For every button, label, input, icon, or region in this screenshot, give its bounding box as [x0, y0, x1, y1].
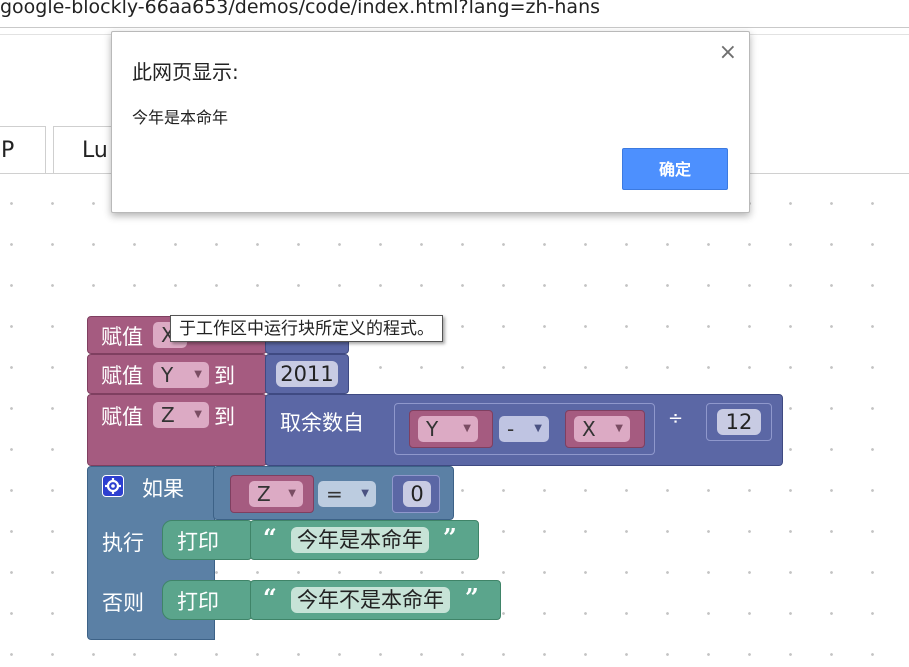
address-bar[interactable]: google-blockly-66aa653/demos/code/index.… [0, 0, 909, 22]
dropdown-arrow-icon: ▼ [615, 423, 623, 434]
tab-php[interactable]: P [0, 126, 46, 174]
variable-block-x[interactable]: X ▼ [565, 410, 645, 448]
else-label: 否则 [102, 591, 144, 615]
to-label: 到 [214, 405, 235, 429]
variable-name: Z [257, 482, 271, 506]
number-block[interactable]: 12 [706, 403, 772, 441]
to-label: 到 [214, 364, 235, 388]
run-tooltip: 于工作区中运行块所定义的程式。 [170, 315, 443, 342]
if-label: 如果 [142, 477, 184, 501]
variable-block-z[interactable]: Z ▼ [230, 475, 314, 513]
variable-dropdown-y[interactable]: Y ▼ [418, 416, 478, 442]
dropdown-arrow-icon: ▼ [534, 423, 542, 434]
variable-name: Y [161, 363, 174, 387]
variable-dropdown-z[interactable]: Z ▼ [249, 481, 303, 507]
dropdown-arrow-icon: ▼ [194, 369, 202, 380]
set-z-block[interactable]: 赋值 Z ▼ 到 [87, 394, 267, 466]
number-field[interactable]: 2011 [276, 361, 338, 387]
operator-symbol: = [326, 482, 343, 506]
dropdown-arrow-icon: ▼ [194, 409, 202, 420]
number-field[interactable]: 0 [403, 481, 431, 507]
arithmetic-block[interactable]: Y ▼ - ▼ X ▼ [394, 403, 655, 455]
print-block-then[interactable]: 打印 [162, 520, 252, 560]
number-field[interactable]: 12 [717, 409, 761, 435]
compare-operator-dropdown[interactable]: = ▼ [318, 481, 376, 507]
dialog-message: 今年是本命年 [132, 108, 229, 127]
set-label: 赋值 [101, 405, 143, 429]
variable-dropdown-z[interactable]: Z ▼ [153, 402, 209, 428]
set-label: 赋值 [101, 325, 143, 349]
open-quote-icon: “ [263, 583, 277, 612]
dialog-title: 此网页显示: [132, 60, 239, 84]
variable-dropdown-x[interactable]: X ▼ [574, 416, 630, 442]
number-block[interactable]: 0 [392, 475, 440, 513]
condition-block[interactable]: Z ▼ = ▼ 0 [213, 466, 454, 520]
print-block-else[interactable]: 打印 [162, 580, 252, 620]
close-quote-icon: ” [465, 583, 479, 612]
print-label: 打印 [177, 590, 219, 614]
number-block[interactable]: 2011 [265, 354, 349, 394]
text-block-else[interactable]: “ 今年不是本命年 ” [250, 580, 501, 620]
operator-symbol: - [507, 417, 515, 441]
text-block-then[interactable]: “ 今年是本命年 ” [250, 520, 479, 560]
variable-block-y[interactable]: Y ▼ [409, 410, 493, 448]
dropdown-arrow-icon: ▼ [463, 423, 471, 434]
close-quote-icon: ” [443, 523, 457, 552]
gear-icon[interactable] [102, 475, 124, 497]
modulo-label: 取余数自 [280, 411, 364, 435]
variable-dropdown-y[interactable]: Y ▼ [153, 362, 209, 388]
open-quote-icon: “ [263, 523, 277, 552]
variable-name: Z [161, 403, 175, 427]
divide-symbol: ÷ [668, 408, 684, 429]
variable-name: Y [426, 417, 439, 441]
set-label: 赋值 [101, 364, 143, 388]
set-y-block[interactable]: 赋值 Y ▼ 到 [87, 354, 267, 394]
text-field[interactable]: 今年不是本命年 [291, 587, 450, 613]
alert-dialog: × 此网页显示: 今年是本命年 确定 [111, 31, 750, 213]
ok-button[interactable]: 确定 [622, 148, 728, 190]
do-label: 执行 [102, 531, 144, 555]
print-label: 打印 [177, 530, 219, 554]
text-field[interactable]: 今年是本命年 [291, 527, 429, 553]
modulo-block[interactable]: 取余数自 Y ▼ - ▼ X ▼ ÷ 12 [265, 394, 783, 466]
dropdown-arrow-icon: ▼ [361, 488, 369, 499]
variable-name: X [582, 417, 596, 441]
dropdown-arrow-icon: ▼ [288, 488, 296, 499]
close-icon[interactable]: × [719, 40, 737, 65]
browser-divider [0, 27, 909, 28]
operator-dropdown[interactable]: - ▼ [499, 416, 549, 442]
